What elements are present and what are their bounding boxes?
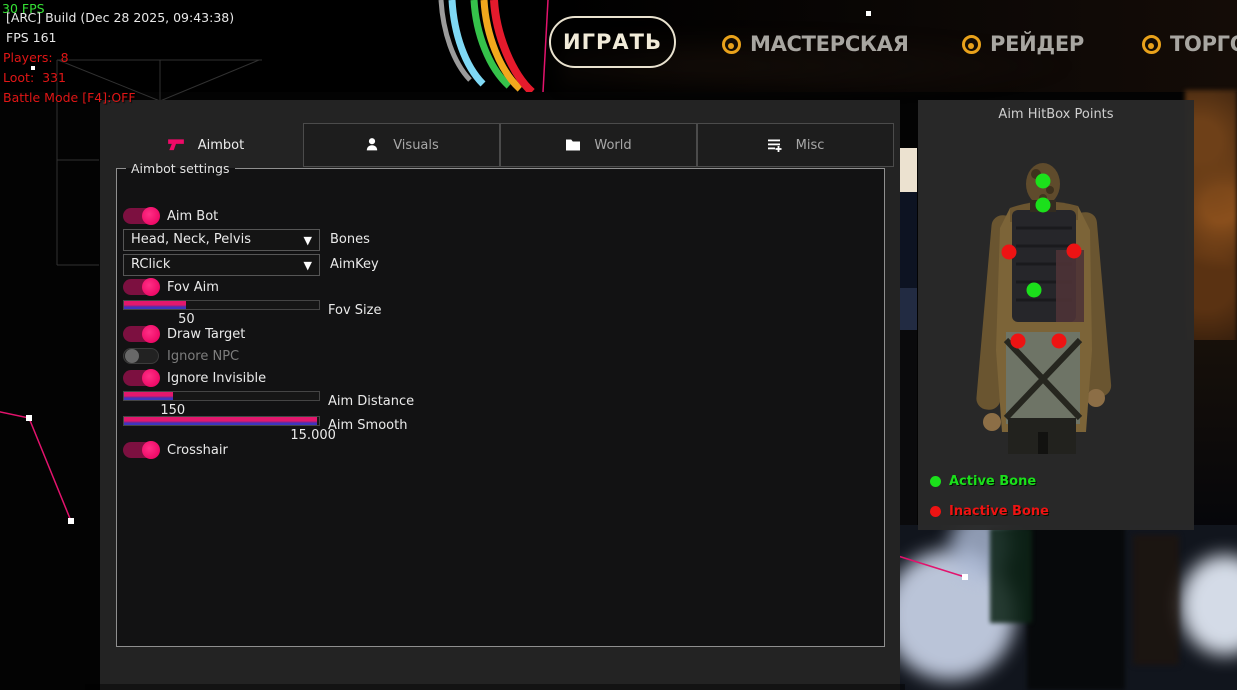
pistol-icon <box>167 138 185 152</box>
aimkey-dropdown[interactable]: RClick▼ <box>123 254 320 276</box>
menu-item-label: МАСТЕРСКАЯ <box>750 32 909 56</box>
bone-point-right-arm[interactable] <box>1067 244 1082 259</box>
coin-icon <box>722 35 741 54</box>
aim-bot-label: Aim Bot <box>167 209 218 225</box>
chevron-down-icon: ▼ <box>304 256 312 276</box>
hud-build-info: [ARC] Build (Dec 28 2025, 09:43:38) <box>6 10 234 25</box>
fov-size-label: Fov Size <box>328 303 381 319</box>
hud-players: Players: 8 <box>3 50 69 65</box>
scene-light-block <box>899 148 917 192</box>
aim-distance-label: Aim Distance <box>328 394 414 410</box>
game-screen: ИГРАТЬ МАСТЕРСКАЯ РЕЙДЕР ТОРГО <box>0 0 1237 690</box>
bone-point-pelvis[interactable] <box>1027 283 1042 298</box>
fov-size-slider[interactable]: 50 <box>123 300 320 310</box>
tab-label: Visuals <box>393 138 439 153</box>
bone-point-left-leg[interactable] <box>1011 334 1026 349</box>
draw-target-label: Draw Target <box>167 327 245 343</box>
hud-loot: Loot: 331 <box>3 70 66 85</box>
hud-fps: FPS 161 <box>6 30 57 45</box>
aim-smooth-slider[interactable]: 15.000 <box>123 416 320 426</box>
bone-point-head[interactable] <box>1036 174 1051 189</box>
bones-label: Bones <box>330 232 370 248</box>
fov-size-value: 50 <box>178 312 195 327</box>
folder-icon <box>565 138 581 152</box>
menu-item-workshop[interactable]: МАСТЕРСКАЯ <box>722 30 909 58</box>
menu-item-label: ТОРГО <box>1170 32 1237 56</box>
hitbox-panel: Aim HitBox Points Active Bone <box>918 100 1194 530</box>
scene-navy-block <box>899 192 917 288</box>
chevron-down-icon: ▼ <box>304 231 312 251</box>
aimbot-settings-group: Aimbot settings Aim Bot Head, Neck, Pelv… <box>116 161 885 647</box>
active-bone-dot-icon <box>930 476 941 487</box>
crosshair-label: Crosshair <box>167 443 228 459</box>
menu-item-raider[interactable]: РЕЙДЕР <box>962 30 1084 58</box>
scene-dark-strip <box>899 330 917 530</box>
cheat-menu-window: Aimbot Visuals World Misc <box>100 100 900 690</box>
coin-icon <box>962 35 981 54</box>
bone-point-right-leg[interactable] <box>1052 334 1067 349</box>
ignore-npc-label: Ignore NPC <box>167 349 239 365</box>
aim-bot-toggle[interactable] <box>123 208 159 224</box>
play-button[interactable]: ИГРАТЬ <box>549 16 676 68</box>
legend-active-bone: Active Bone <box>930 473 1036 489</box>
crosshair-toggle[interactable] <box>123 442 159 458</box>
dark-structure <box>1027 525 1125 690</box>
hud-battle-mode: Battle Mode [F4]:OFF <box>3 90 136 105</box>
aimkey-label: AimKey <box>330 257 379 273</box>
inactive-bone-dot-icon <box>930 506 941 517</box>
tab-label: Aimbot <box>198 138 244 153</box>
menu-item-label: РЕЙДЕР <box>990 32 1084 56</box>
ignore-invisible-label: Ignore Invisible <box>167 371 266 387</box>
menu-bottom-shade <box>85 684 905 690</box>
legend-inactive-bone: Inactive Bone <box>930 503 1049 519</box>
snow-blob <box>1180 555 1237 655</box>
playlist-add-icon <box>767 137 783 153</box>
bone-point-neck[interactable] <box>1036 198 1051 213</box>
tab-label: World <box>594 138 631 153</box>
bones-dropdown[interactable]: Head, Neck, Pelvis▼ <box>123 229 320 251</box>
coin-icon <box>1142 35 1161 54</box>
aim-distance-slider[interactable]: 150 <box>123 391 320 401</box>
tab-label: Misc <box>796 138 825 153</box>
aim-smooth-label: Aim Smooth <box>328 418 407 434</box>
scene-bottom-right <box>895 525 1237 690</box>
ignore-invisible-toggle[interactable] <box>123 370 159 386</box>
player-model <box>918 100 1194 530</box>
rainbow-graphic <box>425 0 545 92</box>
fov-aim-label: Fov Aim <box>167 280 219 296</box>
person-icon <box>364 137 380 153</box>
green-sign <box>990 528 1032 623</box>
menu-item-trade[interactable]: ТОРГО <box>1142 30 1237 58</box>
draw-target-toggle[interactable] <box>123 326 159 342</box>
fov-aim-toggle[interactable] <box>123 279 159 295</box>
ignore-npc-toggle[interactable] <box>123 348 159 364</box>
scene-navy-block-light <box>899 288 917 330</box>
group-title: Aimbot settings <box>126 161 235 176</box>
dark-structure <box>1133 535 1179 665</box>
bone-point-left-arm[interactable] <box>1002 245 1017 260</box>
